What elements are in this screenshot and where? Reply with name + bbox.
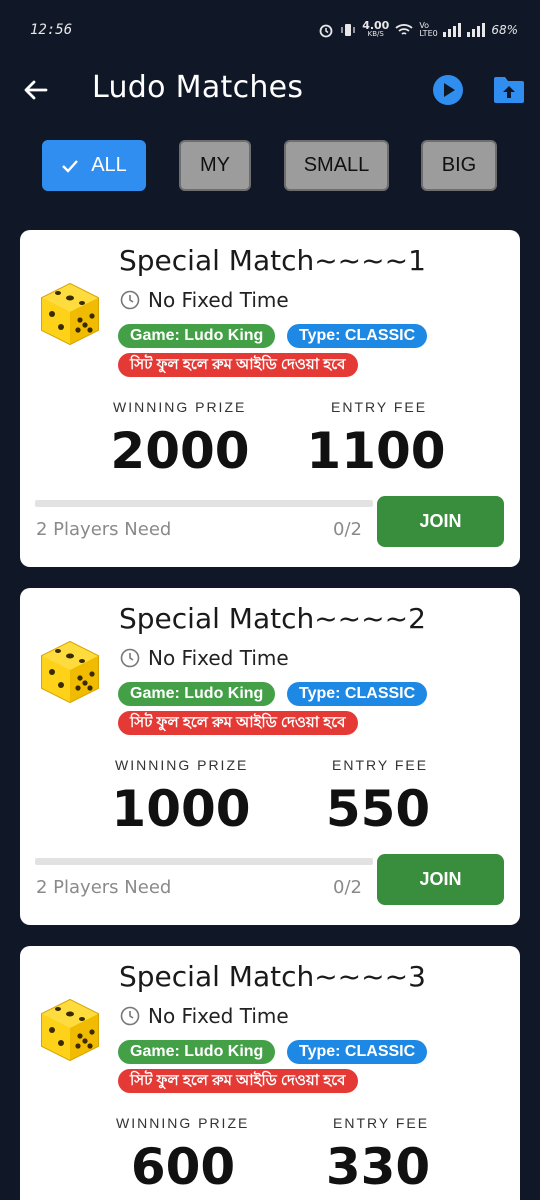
winning-prize-value: 600 [130,1138,236,1196]
net-speed-value: 4.00 [362,19,390,32]
match-time: No Fixed Time [120,646,289,670]
filter-label: BIG [441,154,477,176]
net-speed: 4.00 KB/S [362,19,390,39]
folder-upload-icon[interactable] [493,75,525,105]
match-time-text: No Fixed Time [148,646,289,670]
winning-prize-value: 2000 [110,422,250,480]
winning-prize-value: 1000 [111,780,251,838]
entry-fee-value: 550 [325,780,431,838]
match-title: Special Match~~~~1 [119,244,426,277]
room-id-note: সিট ফুল হলে রুম আইডি দেওয়া হবে [118,1069,358,1093]
match-time-text: No Fixed Time [148,1004,289,1028]
game-tag: Game: Ludo King [118,324,276,348]
clock-icon [120,290,140,310]
match-time: No Fixed Time [120,288,289,312]
filter-small[interactable]: SMALL [284,140,389,191]
winning-prize-label: WINNING PRIZE [116,1115,250,1131]
match-card: Special Match~~~~2 No Fixed Time Game: L… [20,588,520,925]
clock-icon [120,648,140,668]
players-progress-bar [35,858,373,865]
winning-prize-label: WINNING PRIZE [115,757,249,773]
volte-label: Vo LTE0 [419,21,438,38]
match-card: Special Match~~~~1 No Fixed Time Game: L… [20,230,520,567]
wifi-icon [395,24,413,35]
entry-fee-label: ENTRY FEE [333,1115,430,1131]
alarm-icon [319,24,333,38]
type-tag: Type: CLASSIC [287,682,428,706]
room-id-note: সিট ফুল হলে রুম আইডি দেওয়া হবে [118,353,358,377]
filter-all[interactable]: ALL [42,140,146,191]
match-card: Special Match~~~~3 No Fixed Time Game: L… [20,946,520,1200]
signal-icon [443,23,462,37]
dice-icon [41,640,99,704]
filter-label: ALL [91,154,127,176]
game-tag: Game: Ludo King [118,682,276,706]
status-time: 12:56 [30,22,73,38]
players-count: 0/2 [333,877,362,898]
match-title: Special Match~~~~2 [119,602,426,635]
game-tag: Game: Ludo King [118,1040,276,1064]
filter-big[interactable]: BIG [421,140,497,191]
net-speed-unit: KB/S [367,30,384,38]
filter-my[interactable]: MY [179,140,251,191]
status-icons: 4.00 KB/S Vo LTE0 68% [318,19,518,39]
players-need: 2 Players Need [36,877,172,898]
app-bar: Ludo Matches [0,60,540,120]
players-progress-bar [35,500,373,507]
match-time: No Fixed Time [120,1004,289,1028]
join-button[interactable]: JOIN [377,854,504,905]
back-arrow-icon[interactable] [22,76,50,104]
entry-fee-label: ENTRY FEE [331,399,428,415]
players-count: 0/2 [333,519,362,540]
type-tag: Type: CLASSIC [287,324,428,348]
match-title: Special Match~~~~3 [119,960,426,993]
dice-icon [41,282,99,346]
check-icon [62,159,79,173]
entry-fee-label: ENTRY FEE [332,757,429,773]
filter-bar: ALL MY SMALL BIG [0,140,540,192]
join-button[interactable]: JOIN [377,496,504,547]
vibrate-icon [341,24,355,36]
clock-icon [120,1006,140,1026]
filter-label: MY [200,154,230,176]
type-tag: Type: CLASSIC [287,1040,428,1064]
battery-level: 68% [491,23,518,37]
status-bar: 12:56 4.00 KB/S Vo LTE0 68% [0,0,540,60]
players-need: 2 Players Need [36,519,172,540]
match-time-text: No Fixed Time [148,288,289,312]
filter-label: SMALL [303,154,370,176]
play-icon[interactable] [432,74,464,106]
dice-icon [41,998,99,1062]
room-id-note: সিট ফুল হলে রুম আইডি দেওয়া হবে [118,711,358,735]
page-title: Ludo Matches [92,70,304,105]
winning-prize-label: WINNING PRIZE [113,399,247,415]
entry-fee-value: 330 [325,1138,431,1196]
signal-icon-2 [467,23,486,37]
entry-fee-value: 1100 [306,422,446,480]
